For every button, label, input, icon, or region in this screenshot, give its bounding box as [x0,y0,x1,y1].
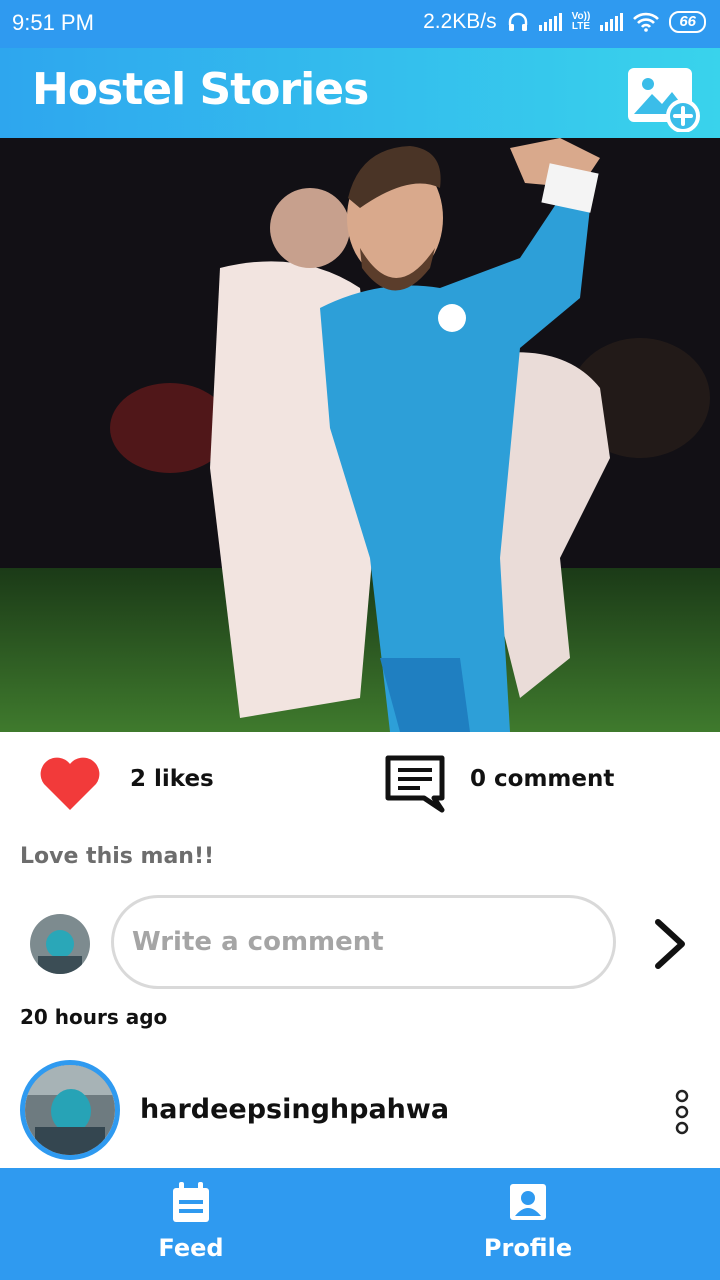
nav-feed-label: Feed [158,1234,224,1262]
more-options-icon[interactable] [668,1088,696,1138]
wifi-icon [633,12,660,32]
post-image[interactable] [0,138,720,732]
likes-count: 2 likes [130,766,214,792]
post-username[interactable]: hardeepsinghpahwa [140,1094,449,1125]
post-timestamp: 20 hours ago [20,1005,168,1029]
status-bar: 9:51 PM 2.2KB/s Vo)) LTE 66 [0,0,720,48]
post-actions: 2 likes 0 comment [0,740,720,826]
bottom-navigation: Feed Profile [0,1168,720,1280]
calendar-icon [173,1182,209,1222]
signal-icon-2 [600,13,624,31]
heart-icon[interactable] [38,754,102,812]
comment-input[interactable] [111,895,616,989]
post-caption: Love this man!! [20,844,215,869]
app-title: Hostel Stories [32,64,369,115]
signal-icon [538,13,562,31]
nav-feed[interactable]: Feed [91,1168,291,1280]
app-bar: Hostel Stories [0,48,720,138]
volte-bottom: LTE [571,21,591,32]
battery-icon: 66 [669,11,706,33]
headset-icon [508,12,527,31]
status-indicators: 2.2KB/s Vo)) LTE 66 [423,10,706,34]
post-photo [0,138,720,732]
status-time: 9:51 PM [12,10,94,35]
profile-icon [510,1184,546,1220]
nav-profile[interactable]: Profile [428,1168,628,1280]
comment-icon[interactable] [384,754,446,814]
nav-profile-label: Profile [483,1234,573,1262]
volte-icon: Vo)) LTE [572,12,591,32]
chevron-right-icon[interactable] [650,918,690,970]
network-speed: 2.2KB/s [423,10,497,33]
current-user-avatar [30,914,90,974]
comments-count: 0 comment [470,766,615,792]
add-photo-icon[interactable] [626,66,702,132]
user-avatar[interactable] [20,1060,120,1160]
